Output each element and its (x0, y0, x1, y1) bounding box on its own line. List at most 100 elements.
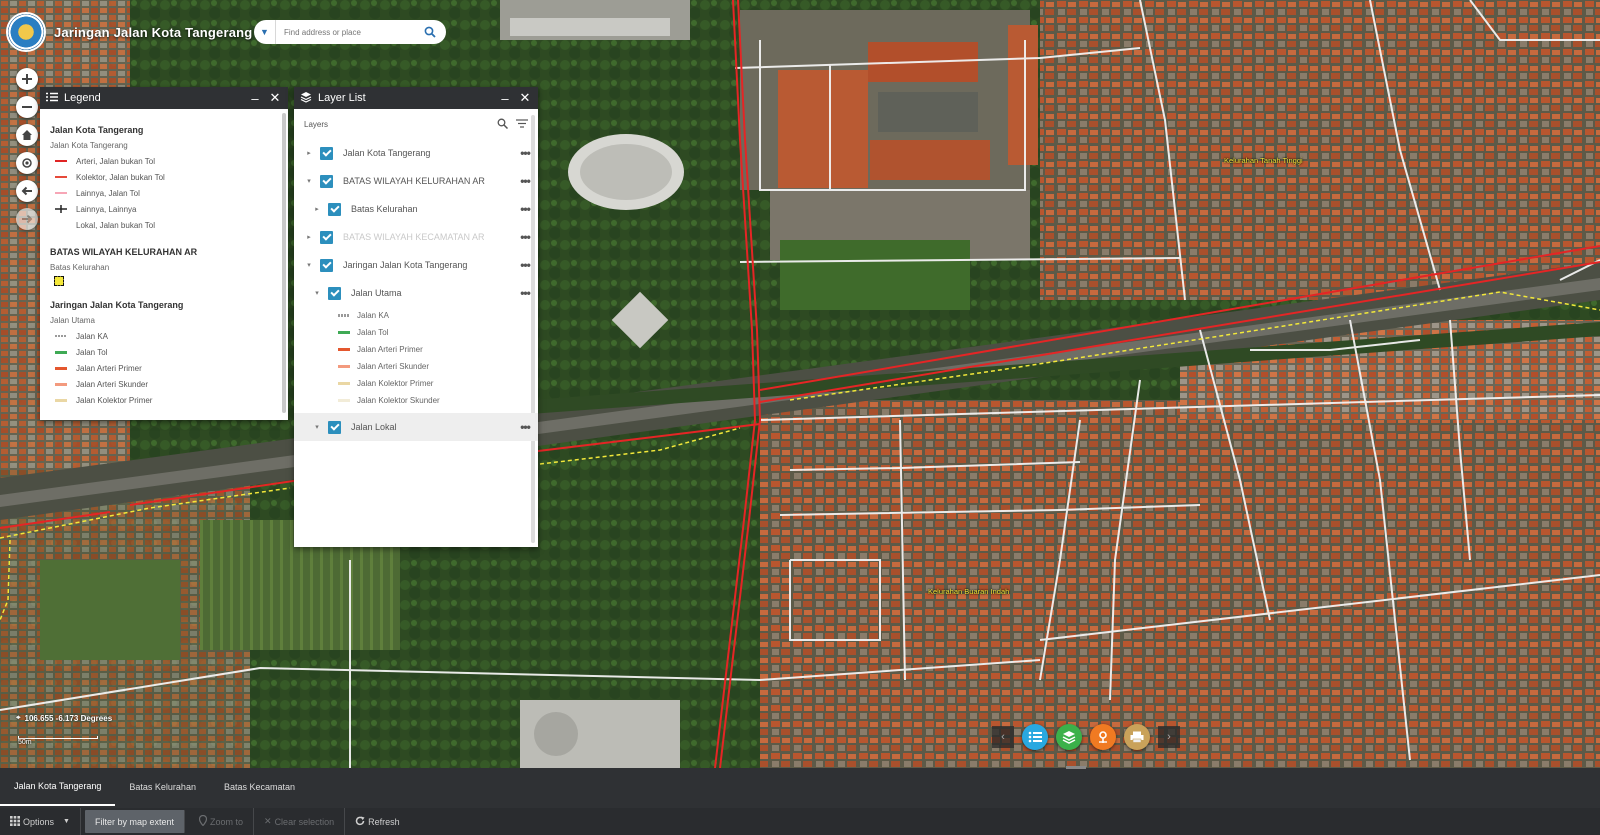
layer-row[interactable]: ▸ BATAS WILAYAH KECAMATAN AR ••• (294, 223, 538, 251)
layer-visibility-checkbox[interactable] (320, 146, 333, 160)
legend-scrollbar[interactable] (282, 113, 286, 413)
layer-row[interactable]: ▸ Jalan Kota Tangerang ••• (294, 139, 538, 167)
legend-item: Lainnya, Lainnya (50, 201, 278, 217)
more-options-icon[interactable]: ••• (512, 174, 538, 188)
legend-item-label: Lainnya, Lainnya (76, 204, 137, 214)
search-icon[interactable] (416, 20, 444, 44)
map-app: Kelurahan Tanah Tinggi Kelurahan Buaran … (0, 0, 1600, 835)
layer-visibility-checkbox[interactable] (328, 286, 341, 300)
search-icon[interactable] (497, 118, 509, 131)
legend-body: Jalan Kota Tangerang Jalan Kota Tangeran… (40, 109, 288, 420)
layer-row[interactable]: ▾ Jalan Utama ••• (294, 279, 538, 307)
chevron-right-icon[interactable]: ▸ (304, 233, 314, 241)
more-options-icon[interactable]: ••• (512, 286, 538, 300)
layer-row[interactable]: ▾ Jaringan Jalan Kota Tangerang ••• (294, 251, 538, 279)
dock-previous-icon[interactable]: ‹ (992, 726, 1014, 748)
layer-list-header[interactable]: Layer List – ✕ (294, 87, 538, 109)
legend-group-title: Jaringan Jalan Kota Tangerang (50, 300, 184, 310)
refresh-button[interactable]: Refresh (345, 808, 410, 835)
legend-item-label: Lokal, Jalan bukan Tol (76, 220, 156, 230)
scale-bar-label: 50m (18, 739, 32, 746)
chevron-down-icon[interactable]: ▾ (304, 177, 314, 185)
legend-group-sub: Jalan Utama (50, 316, 95, 325)
layer-legend-label: Jalan Kolektor Skunder (357, 396, 440, 405)
tab-batas-kelurahan[interactable]: Batas Kelurahan (115, 768, 210, 806)
more-options-icon[interactable]: ••• (512, 420, 538, 434)
layer-legend-label: Jalan Arteri Primer (357, 345, 423, 354)
layer-list-widget-icon[interactable] (1056, 724, 1082, 750)
boundary-polygon-swatch (54, 276, 64, 286)
options-label: Options (23, 816, 55, 827)
layer-row[interactable]: ▸ Batas Kelurahan ••• (294, 195, 538, 223)
chevron-right-icon[interactable]: ▸ (304, 149, 314, 157)
close-icon[interactable]: ✕ (518, 90, 532, 106)
layer-legend-item: Jalan KA (294, 307, 538, 324)
map-pin-icon (198, 814, 208, 828)
zoom-to-button[interactable]: Zoom to (189, 808, 255, 835)
layer-visibility-checkbox[interactable] (328, 202, 341, 216)
attribute-table: Jalan Kota Tangerang Batas Kelurahan Bat… (0, 766, 1600, 835)
minimize-icon[interactable]: – (248, 91, 262, 106)
layer-visibility-checkbox[interactable] (320, 258, 333, 272)
more-options-icon[interactable]: ••• (512, 258, 538, 272)
locate-icon[interactable] (16, 152, 38, 174)
layer-legend-item: Jalan Kolektor Skunder (294, 392, 538, 409)
tab-batas-kecamatan[interactable]: Batas Kecamatan (210, 768, 309, 806)
legend-title: Legend (64, 92, 101, 104)
grid-icon (10, 815, 20, 828)
close-icon[interactable]: ✕ (268, 90, 282, 106)
chevron-right-icon[interactable]: ▸ (312, 205, 322, 213)
print-widget-icon[interactable] (1124, 724, 1150, 750)
layer-row[interactable]: ▾ BATAS WILAYAH KELURAHAN AR ••• (294, 167, 538, 195)
legend-item: Lokal, Jalan bukan Tol (50, 217, 278, 233)
filter-by-extent-button[interactable]: Filter by map extent (84, 810, 185, 833)
chevron-down-icon[interactable]: ▾ (304, 261, 314, 269)
layer-legend-label: Jalan Kolektor Primer (357, 379, 434, 388)
coordinate-text: 106.655 -6.173 Degrees (24, 713, 113, 723)
layer-visibility-checkbox[interactable] (320, 174, 333, 188)
forward-icon[interactable] (16, 208, 38, 230)
chevron-down-icon[interactable]: ▾ (312, 423, 322, 431)
legend-item: Jalan Arteri Primer (50, 360, 278, 376)
city-logo (6, 12, 46, 52)
legend-item-label: Jalan Arteri Skunder (76, 379, 149, 389)
attribute-table-tabs: Jalan Kota Tangerang Batas Kelurahan Bat… (0, 768, 309, 806)
measure-widget-icon[interactable] (1090, 724, 1116, 750)
layer-visibility-checkbox[interactable] (328, 420, 341, 434)
clear-selection-button[interactable]: ✕ Clear selection (254, 808, 346, 835)
zoom-out-icon[interactable] (16, 96, 38, 118)
chevron-down-icon[interactable]: ▾ (312, 289, 322, 297)
app-header: Jaringan Jalan Kota Tangerang (6, 10, 252, 54)
legend-item-label: Jalan Kolektor Primer (76, 395, 153, 405)
layer-visibility-checkbox[interactable] (320, 230, 333, 244)
map-navigation (16, 68, 38, 230)
zoom-in-icon[interactable] (16, 68, 38, 90)
attribute-table-handle[interactable] (1066, 766, 1086, 769)
zoom-to-label: Zoom to (210, 816, 244, 827)
legend-header[interactable]: Legend – ✕ (40, 87, 288, 109)
legend-item-label: Jalan KA (76, 331, 109, 341)
legend-group-title: BATAS WILAYAH KELURAHAN AR (50, 247, 198, 257)
legend-item: Jalan KA (50, 328, 278, 344)
crosshair-icon[interactable]: ⌖ (16, 713, 21, 723)
filter-list-icon[interactable] (516, 118, 528, 131)
more-options-icon[interactable]: ••• (512, 146, 538, 160)
layer-row[interactable]: ▾ Jalan Lokal ••• (294, 413, 538, 441)
layer-legend-item: Jalan Kolektor Primer (294, 375, 538, 392)
dock-next-icon[interactable]: › (1158, 726, 1180, 748)
legend-widget-icon[interactable] (1022, 724, 1048, 750)
layer-name: Jalan Lokal (351, 422, 397, 432)
more-options-icon[interactable]: ••• (512, 230, 538, 244)
back-icon[interactable] (16, 180, 38, 202)
minimize-icon[interactable]: – (498, 91, 512, 106)
tab-jalan-kota-tangerang[interactable]: Jalan Kota Tangerang (0, 768, 116, 806)
home-icon[interactable] (16, 124, 38, 146)
chevron-down-icon[interactable]: ▼ (254, 20, 276, 44)
refresh-label: Refresh (368, 816, 400, 827)
layers-stack-icon (300, 91, 312, 106)
legend-group-sub: Batas Kelurahan (50, 263, 110, 272)
options-menu-button[interactable]: Options ▼ (0, 808, 81, 835)
more-options-icon[interactable]: ••• (512, 202, 538, 216)
search-input[interactable] (276, 27, 416, 37)
widget-dock: ‹ › (992, 724, 1180, 750)
